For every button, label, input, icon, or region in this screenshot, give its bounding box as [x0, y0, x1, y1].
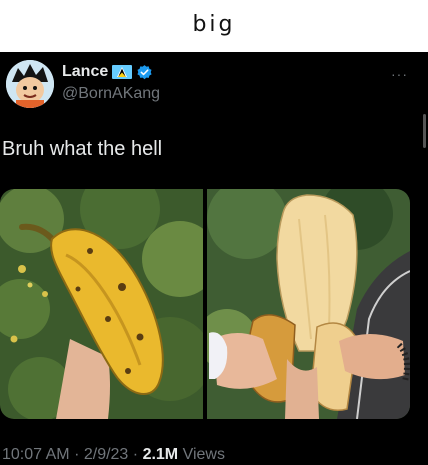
tweet-date[interactable]: 2/9/23	[84, 446, 128, 463]
meme-caption-bar: big	[0, 0, 428, 52]
meta-separator: ·	[74, 446, 80, 463]
meta-separator: ·	[132, 446, 139, 463]
photo-whole-banana[interactable]	[0, 189, 203, 419]
avatar[interactable]	[6, 60, 54, 108]
author-handle[interactable]: @BornAKang	[62, 85, 160, 103]
more-options-icon[interactable]: ···	[391, 66, 408, 82]
avatar-image	[6, 60, 54, 108]
tweet-time[interactable]: 10:07 AM	[2, 446, 70, 463]
photo-peeled-banana[interactable]	[207, 189, 410, 419]
tweet-media	[0, 189, 410, 419]
display-name[interactable]: Lance	[62, 63, 108, 81]
author-name-row[interactable]: Lance	[62, 63, 153, 81]
views-count: 2.1M	[142, 446, 179, 463]
tweet-card: Lance @BornAKang ··· Bruh what the hell	[0, 52, 428, 465]
tweet-meta-row: 10:07 AM · 2/9/23 · 2.1M Views	[2, 446, 225, 464]
scrollbar-thumb[interactable]	[423, 114, 426, 148]
saint-lucia-flag-icon	[112, 65, 133, 79]
meme-caption: big	[192, 12, 236, 37]
views-label: Views	[182, 446, 225, 463]
verified-badge-icon	[137, 64, 152, 79]
tweet-text: Bruh what the hell	[2, 138, 163, 160]
